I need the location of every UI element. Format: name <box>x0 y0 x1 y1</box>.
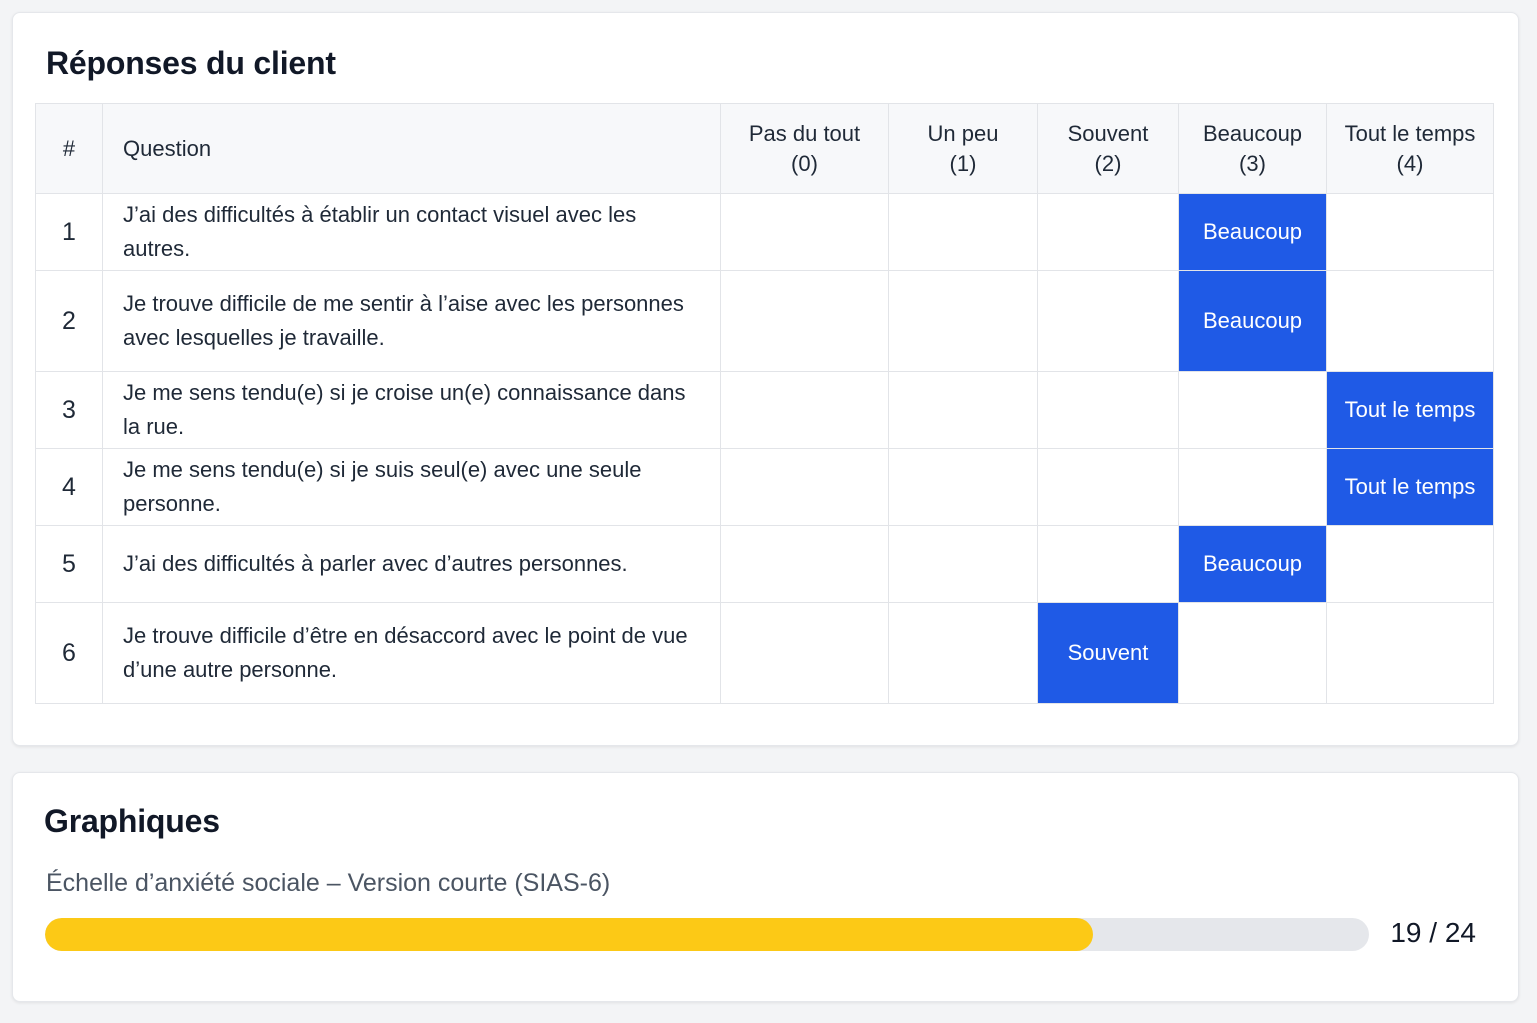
row-number: 6 <box>35 602 103 704</box>
answer-cell <box>1178 602 1327 704</box>
charts-card: Graphiques Échelle d’anxiété sociale – V… <box>12 772 1519 1002</box>
row-question: Je me sens tendu(e) si je croise un(e) c… <box>102 371 721 449</box>
header-option-score: (0) <box>791 150 818 176</box>
answer-cell <box>888 602 1038 704</box>
answer-cell <box>888 270 1038 372</box>
score-bar-fill <box>45 918 1094 951</box>
answer-cell <box>1326 193 1494 271</box>
charts-title: Graphiques <box>44 803 220 839</box>
header-option-label: Souvent <box>1067 120 1149 146</box>
selected-answer-cell: Souvent <box>1037 602 1179 704</box>
answer-cell <box>888 448 1038 526</box>
answer-cell <box>888 525 1038 603</box>
table-row: 3 Je me sens tendu(e) si je croise un(e)… <box>35 371 1494 449</box>
score-value: 19 / 24 <box>1390 917 1476 948</box>
row-number: 5 <box>35 525 103 603</box>
header-number: # <box>35 103 103 194</box>
answer-cell <box>1178 448 1327 526</box>
selected-answer-cell: Beaucoup <box>1178 270 1327 372</box>
row-question: Je trouve difficile d’être en désaccord … <box>102 602 721 704</box>
responses-table: # Question Pas du tout (0) Un peu (1) Souv… <box>35 103 1494 704</box>
answer-cell <box>888 371 1038 449</box>
table-row: 2 Je trouve difficile de me sentir à l’a… <box>35 270 1494 372</box>
answer-cell <box>888 193 1038 271</box>
header-option: Pas du tout (0) <box>720 103 889 194</box>
header-option: Souvent (2) <box>1037 103 1179 194</box>
row-question: Je me sens tendu(e) si je suis seul(e) a… <box>102 448 721 526</box>
scale-label: Échelle d’anxiété sociale – Version cour… <box>46 869 611 897</box>
answer-cell <box>720 525 889 603</box>
header-option-score: (1) <box>949 150 977 176</box>
table-header-row: # Question Pas du tout (0) Un peu (1) Souv… <box>35 103 1494 194</box>
score-bar-track <box>45 918 1369 951</box>
header-option: Un peu (1) <box>888 103 1038 194</box>
table-row: 6 Je trouve difficile d’être en désaccor… <box>35 602 1494 704</box>
answer-cell <box>1037 193 1179 271</box>
row-number: 2 <box>35 270 103 372</box>
table-row: 4 Je me sens tendu(e) si je suis seul(e)… <box>35 448 1494 526</box>
answer-cell <box>1326 602 1494 704</box>
responses-title: Réponses du client <box>46 45 336 81</box>
row-number: 1 <box>35 193 103 271</box>
answer-cell <box>1178 371 1327 449</box>
header-option: Tout le temps (4) <box>1326 103 1494 194</box>
row-question: Je trouve difficile de me sentir à l’ais… <box>102 270 721 372</box>
answer-cell <box>1326 525 1494 603</box>
answer-cell <box>720 270 889 372</box>
header-option-score: (4) <box>1396 150 1424 176</box>
row-question: J’ai des difficultés à parler avec d’aut… <box>102 525 721 603</box>
header-option-score: (2) <box>1094 150 1122 176</box>
row-number: 3 <box>35 371 103 449</box>
header-option-label: Beaucoup <box>1202 120 1303 146</box>
table-row: 5 J’ai des difficultés à parler avec d’a… <box>35 525 1494 603</box>
header-option: Beaucoup (3) <box>1178 103 1327 194</box>
header-question: Question <box>102 103 721 194</box>
answer-cell <box>720 448 889 526</box>
selected-answer-cell: Beaucoup <box>1178 193 1327 271</box>
header-option-label: Un peu <box>927 120 999 146</box>
row-question: J’ai des difficultés à établir un contac… <box>102 193 721 271</box>
answer-cell <box>1037 448 1179 526</box>
answer-cell <box>1037 270 1179 372</box>
answer-cell <box>720 371 889 449</box>
answer-cell <box>720 193 889 271</box>
answer-cell <box>1326 270 1494 372</box>
header-option-label: Pas du tout <box>748 120 861 146</box>
selected-answer-cell: Beaucoup <box>1178 525 1327 603</box>
selected-answer-cell: Tout le temps <box>1326 448 1494 526</box>
header-option-score: (3) <box>1239 150 1266 176</box>
header-option-label: Tout le temps <box>1344 120 1476 146</box>
answer-cell <box>720 602 889 704</box>
answer-cell <box>1037 525 1179 603</box>
row-number: 4 <box>35 448 103 526</box>
answer-cell <box>1037 371 1179 449</box>
table-row: 1 J’ai des difficultés à établir un cont… <box>35 193 1494 271</box>
client-responses-card: Réponses du client # Question Pas du tou… <box>12 12 1519 746</box>
selected-answer-cell: Tout le temps <box>1326 371 1494 449</box>
